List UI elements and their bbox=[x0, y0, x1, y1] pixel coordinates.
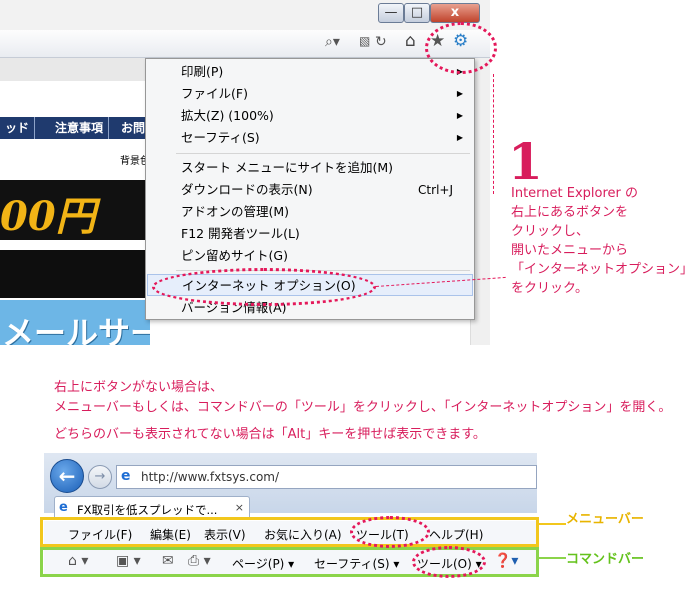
step-line: 開いたメニューから bbox=[511, 243, 629, 258]
submenu-arrow-icon: ▶ bbox=[456, 89, 463, 98]
menu-item-label: ファイル(F) bbox=[181, 86, 248, 101]
menu-item-label: ピン留めサイト(G) bbox=[181, 248, 288, 263]
step-instructions: Internet Explorer の 右上にあるボタンを クリックし、 開いた… bbox=[511, 184, 693, 298]
menu-item-label: セーフティ(S) bbox=[181, 130, 260, 145]
submenu-arrow-icon: ▶ bbox=[456, 133, 463, 142]
tab-title: FX取引を低スプレッドで... bbox=[77, 503, 218, 517]
menu-item-safety[interactable]: セーフティ(S) ▶ bbox=[147, 127, 473, 149]
commandbar-label-connector bbox=[539, 557, 566, 559]
home-icon[interactable]: ⌂ bbox=[405, 31, 416, 51]
address-bar[interactable]: e http://www.fxtsys.com/ bbox=[116, 465, 537, 489]
dark-band bbox=[0, 250, 150, 298]
note-line: メニューバーもしくは、コマンドバーの「ツール」をクリックし、「インターネットオプ… bbox=[54, 400, 672, 415]
banner-text: 00円 bbox=[0, 193, 96, 240]
menu-item-label: F12 開発者ツール(L) bbox=[181, 226, 300, 241]
step-line: をクリック。 bbox=[511, 281, 588, 296]
menu-item-label: 拡大(Z) (100%) bbox=[181, 108, 274, 123]
annotation-connector bbox=[493, 74, 494, 194]
nav-tab[interactable]: 注意事項 bbox=[50, 117, 110, 139]
menu-separator bbox=[176, 153, 470, 154]
nav-tab[interactable]: ッド bbox=[0, 117, 36, 139]
step-line: 右上にあるボタンを bbox=[511, 205, 629, 220]
menu-item-label: ダウンロードの表示(N) bbox=[181, 182, 313, 197]
mail-service-banner: メールサービス bbox=[0, 300, 150, 345]
step-number: 1 bbox=[508, 132, 543, 191]
note-line: 右上にボタンがない場合は、 bbox=[54, 380, 224, 395]
step-line: クリックし、 bbox=[511, 224, 590, 239]
menu-item-view-downloads[interactable]: ダウンロードの表示(N) Ctrl+J bbox=[147, 179, 473, 201]
note-line: どちらのバーも表示されてない場合は「Alt」キーを押せば表示できます。 bbox=[54, 427, 486, 442]
ie-logo-icon: e bbox=[121, 468, 131, 484]
menu-item-print[interactable]: 印刷(P) ▶ bbox=[147, 61, 473, 83]
gear-highlight-ring bbox=[425, 22, 497, 74]
menu-item-label: アドオンの管理(M) bbox=[181, 204, 290, 219]
menu-item-dev-tools[interactable]: F12 開発者ツール(L) bbox=[147, 223, 473, 245]
menu-item-zoom[interactable]: 拡大(Z) (100%) ▶ bbox=[147, 105, 473, 127]
minimize-button[interactable]: — bbox=[378, 3, 404, 23]
step-line: 「インターネットオプション」 bbox=[511, 262, 694, 277]
page-header-strip bbox=[0, 58, 150, 81]
compat-view-icon[interactable]: ▧ bbox=[359, 34, 370, 48]
commandbar-label: コマンドバー bbox=[566, 552, 645, 567]
menu-item-manage-addons[interactable]: アドオンの管理(M) bbox=[147, 201, 473, 223]
cmdbar-tools-highlight-ring bbox=[412, 546, 486, 578]
close-button[interactable]: x bbox=[430, 3, 480, 23]
refresh-icon[interactable]: ↻ bbox=[375, 34, 387, 50]
close-icon[interactable]: × bbox=[235, 501, 244, 514]
ie-logo-icon: e bbox=[59, 500, 68, 515]
ie-toolbar: ⌕▾ ▧ ↻ ⌂ ★ ⚙ bbox=[0, 30, 490, 58]
menubar-highlight-box bbox=[40, 517, 539, 547]
step-line: Internet Explorer の bbox=[511, 186, 639, 201]
promo-banner: 00円 bbox=[0, 180, 150, 240]
search-icon[interactable]: ⌕▾ bbox=[325, 34, 340, 50]
menu-item-add-start-menu[interactable]: スタート メニューにサイトを追加(M) bbox=[147, 157, 473, 179]
site-nav: ッド 注意事項 お問 bbox=[0, 117, 150, 139]
menu-shortcut: Ctrl+J bbox=[418, 183, 453, 197]
menu-item-pinned-sites[interactable]: ピン留めサイト(G) bbox=[147, 245, 473, 267]
menubar-tools-highlight-ring bbox=[350, 516, 430, 548]
forward-button[interactable]: → bbox=[88, 465, 112, 489]
mail-service-text: メールサービス bbox=[2, 314, 150, 345]
submenu-arrow-icon: ▶ bbox=[456, 111, 463, 120]
address-url: http://www.fxtsys.com/ bbox=[141, 470, 280, 484]
menu-item-label: 印刷(P) bbox=[181, 64, 224, 79]
menu-item-label: スタート メニューにサイトを追加(M) bbox=[181, 160, 394, 175]
back-button[interactable]: ← bbox=[50, 459, 84, 493]
menubar-label: メニューバー bbox=[566, 512, 644, 527]
internet-options-highlight-ring bbox=[152, 268, 376, 306]
maximize-button[interactable]: □ bbox=[404, 3, 430, 23]
menubar-label-connector bbox=[539, 523, 566, 525]
menu-item-file[interactable]: ファイル(F) ▶ bbox=[147, 83, 473, 105]
